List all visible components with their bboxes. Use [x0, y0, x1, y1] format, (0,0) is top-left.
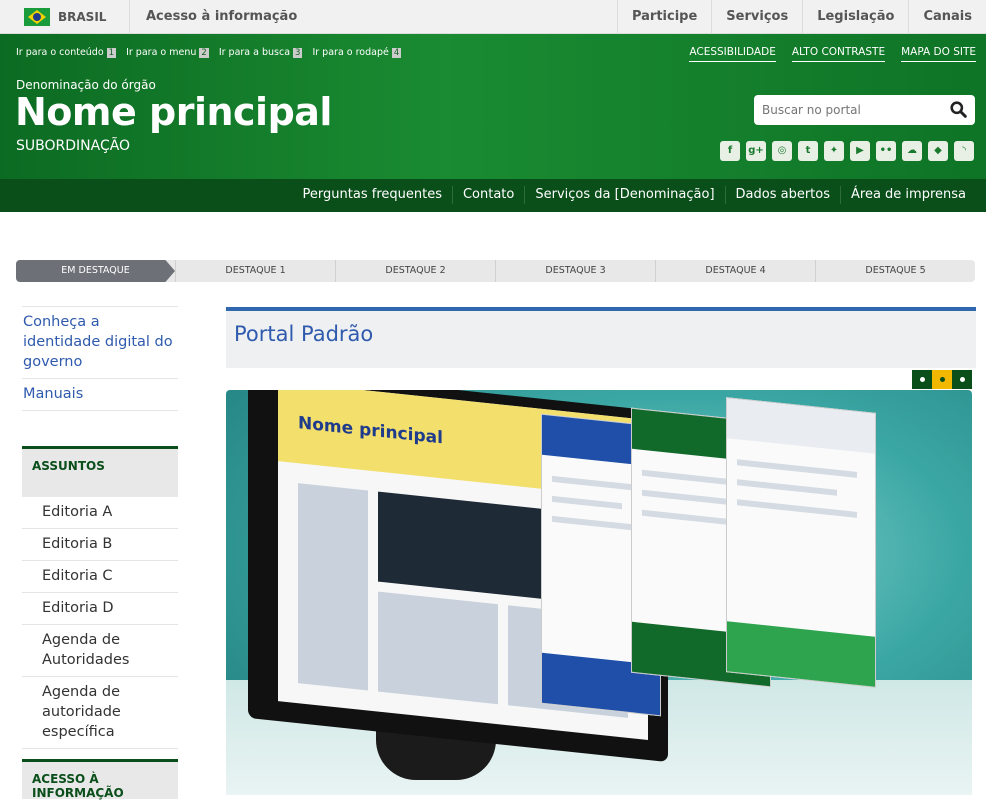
mapa-do-site-link[interactable]: MAPA DO SITE	[901, 46, 976, 62]
gov-link-servicos[interactable]: Serviços	[711, 0, 802, 33]
youtube-icon[interactable]: ▶	[850, 141, 870, 161]
page-preview-white	[726, 397, 876, 688]
sidebar-section-assuntos: ASSUNTOS	[22, 446, 178, 497]
tab-destaque-4[interactable]: DESTAQUE 4	[655, 260, 815, 282]
tab-destaque-1[interactable]: DESTAQUE 1	[175, 260, 335, 282]
sidebar-link-identidade-digital[interactable]: Conheça a identidade digital do governo	[22, 307, 178, 379]
nav-perguntas-frequentes[interactable]: Perguntas frequentes	[293, 186, 452, 204]
flickr-icon[interactable]: ••	[876, 141, 896, 161]
slideshare-icon[interactable]: ◆	[928, 141, 948, 161]
nav-servicos-denominacao[interactable]: Serviços da [Denominação]	[524, 186, 724, 204]
accessibility-links: ACESSIBILIDADE ALTO CONTRASTE MAPA DO SI…	[689, 46, 976, 62]
sidebar-item-agenda-autoridades[interactable]: Agenda de Autoridades	[22, 625, 178, 677]
skip-link-menu[interactable]: Ir para o menu 2	[126, 47, 209, 58]
carousel-dots	[912, 370, 972, 389]
hero-image[interactable]: Nome principal	[226, 390, 972, 795]
tab-destaque-2[interactable]: DESTAQUE 2	[335, 260, 495, 282]
site-title[interactable]: Nome principal	[15, 90, 332, 134]
sidebar-item-editoria-b[interactable]: Editoria B	[22, 529, 178, 561]
gov-top-bar: BRASIL Acesso à informação Participe Ser…	[0, 0, 986, 34]
rss-icon[interactable]: ◝	[954, 141, 974, 161]
sidebar-item-editoria-c[interactable]: Editoria C	[22, 561, 178, 593]
tab-em-destaque[interactable]: EM DESTAQUE	[16, 260, 175, 282]
google-plus-icon[interactable]: g+	[746, 141, 766, 161]
tab-destaque-5[interactable]: DESTAQUE 5	[815, 260, 975, 282]
sidebar-link-manuais[interactable]: Manuais	[22, 379, 178, 411]
sidebar: Conheça a identidade digital do governo …	[22, 306, 178, 749]
search-icon[interactable]	[950, 101, 967, 118]
acesso-informacao-link[interactable]: Acesso à informação	[146, 9, 297, 24]
sidebar-item-editoria-d[interactable]: Editoria D	[22, 593, 178, 625]
soundcloud-icon[interactable]: ☁	[902, 141, 922, 161]
gov-links: Participe Serviços Legislação Canais	[616, 0, 986, 33]
sidebar-item-editoria-a[interactable]: Editoria A	[22, 497, 178, 529]
facebook-icon[interactable]: f	[720, 141, 740, 161]
search-input[interactable]	[754, 95, 939, 125]
carousel-dot-2[interactable]	[932, 370, 952, 389]
skip-links: Ir para o conteúdo 1 Ir para o menu 2 Ir p…	[16, 47, 402, 58]
alto-contraste-link[interactable]: ALTO CONTRASTE	[791, 46, 886, 62]
social-icons: f g+ ◎ t ✦ ▶ •• ☁ ◆ ◝	[720, 141, 974, 161]
brazil-flag-icon	[24, 8, 50, 26]
carousel-dot-3[interactable]	[952, 370, 972, 389]
twitter-icon[interactable]: ✦	[824, 141, 844, 161]
acessibilidade-link[interactable]: ACESSIBILIDADE	[689, 46, 776, 62]
skip-link-busca[interactable]: Ir para a busca 3	[219, 47, 303, 58]
portal-heading-box: Portal Padrão	[226, 307, 976, 368]
subordinacao: SUBORDINAÇÃO	[16, 138, 131, 154]
tumblr-icon[interactable]: t	[798, 141, 818, 161]
search-box	[754, 95, 975, 125]
nav-dados-abertos[interactable]: Dados abertos	[724, 186, 840, 204]
nav-contato[interactable]: Contato	[451, 186, 524, 204]
instagram-icon[interactable]: ◎	[772, 141, 792, 161]
skip-link-rodape[interactable]: Ir para o rodapé 4	[312, 47, 402, 58]
carousel-dot-1[interactable]	[912, 370, 932, 389]
brasil-link[interactable]: BRASIL	[0, 0, 130, 33]
gov-link-legislacao[interactable]: Legislação	[802, 0, 908, 33]
page-title: Portal Padrão	[234, 322, 374, 346]
sidebar-item-agenda-especifica[interactable]: Agenda de autoridade específica	[22, 677, 178, 749]
service-nav: Perguntas frequentes Contato Serviços da…	[0, 179, 986, 212]
nav-area-imprensa[interactable]: Área de imprensa	[840, 186, 976, 204]
gov-link-canais[interactable]: Canais	[908, 0, 986, 33]
gov-link-participe[interactable]: Participe	[616, 0, 711, 33]
skip-link-conteudo[interactable]: Ir para o conteúdo 1	[16, 47, 117, 58]
destaque-tabs: EM DESTAQUE DESTAQUE 1 DESTAQUE 2 DESTAQ…	[16, 260, 975, 282]
sidebar-section-acesso-informacao: ACESSO À INFORMAÇÃO	[22, 759, 178, 800]
tab-destaque-3[interactable]: DESTAQUE 3	[495, 260, 655, 282]
brasil-label: BRASIL	[58, 10, 107, 24]
site-header: Ir para o conteúdo 1 Ir para o menu 2 Ir p…	[0, 34, 986, 179]
